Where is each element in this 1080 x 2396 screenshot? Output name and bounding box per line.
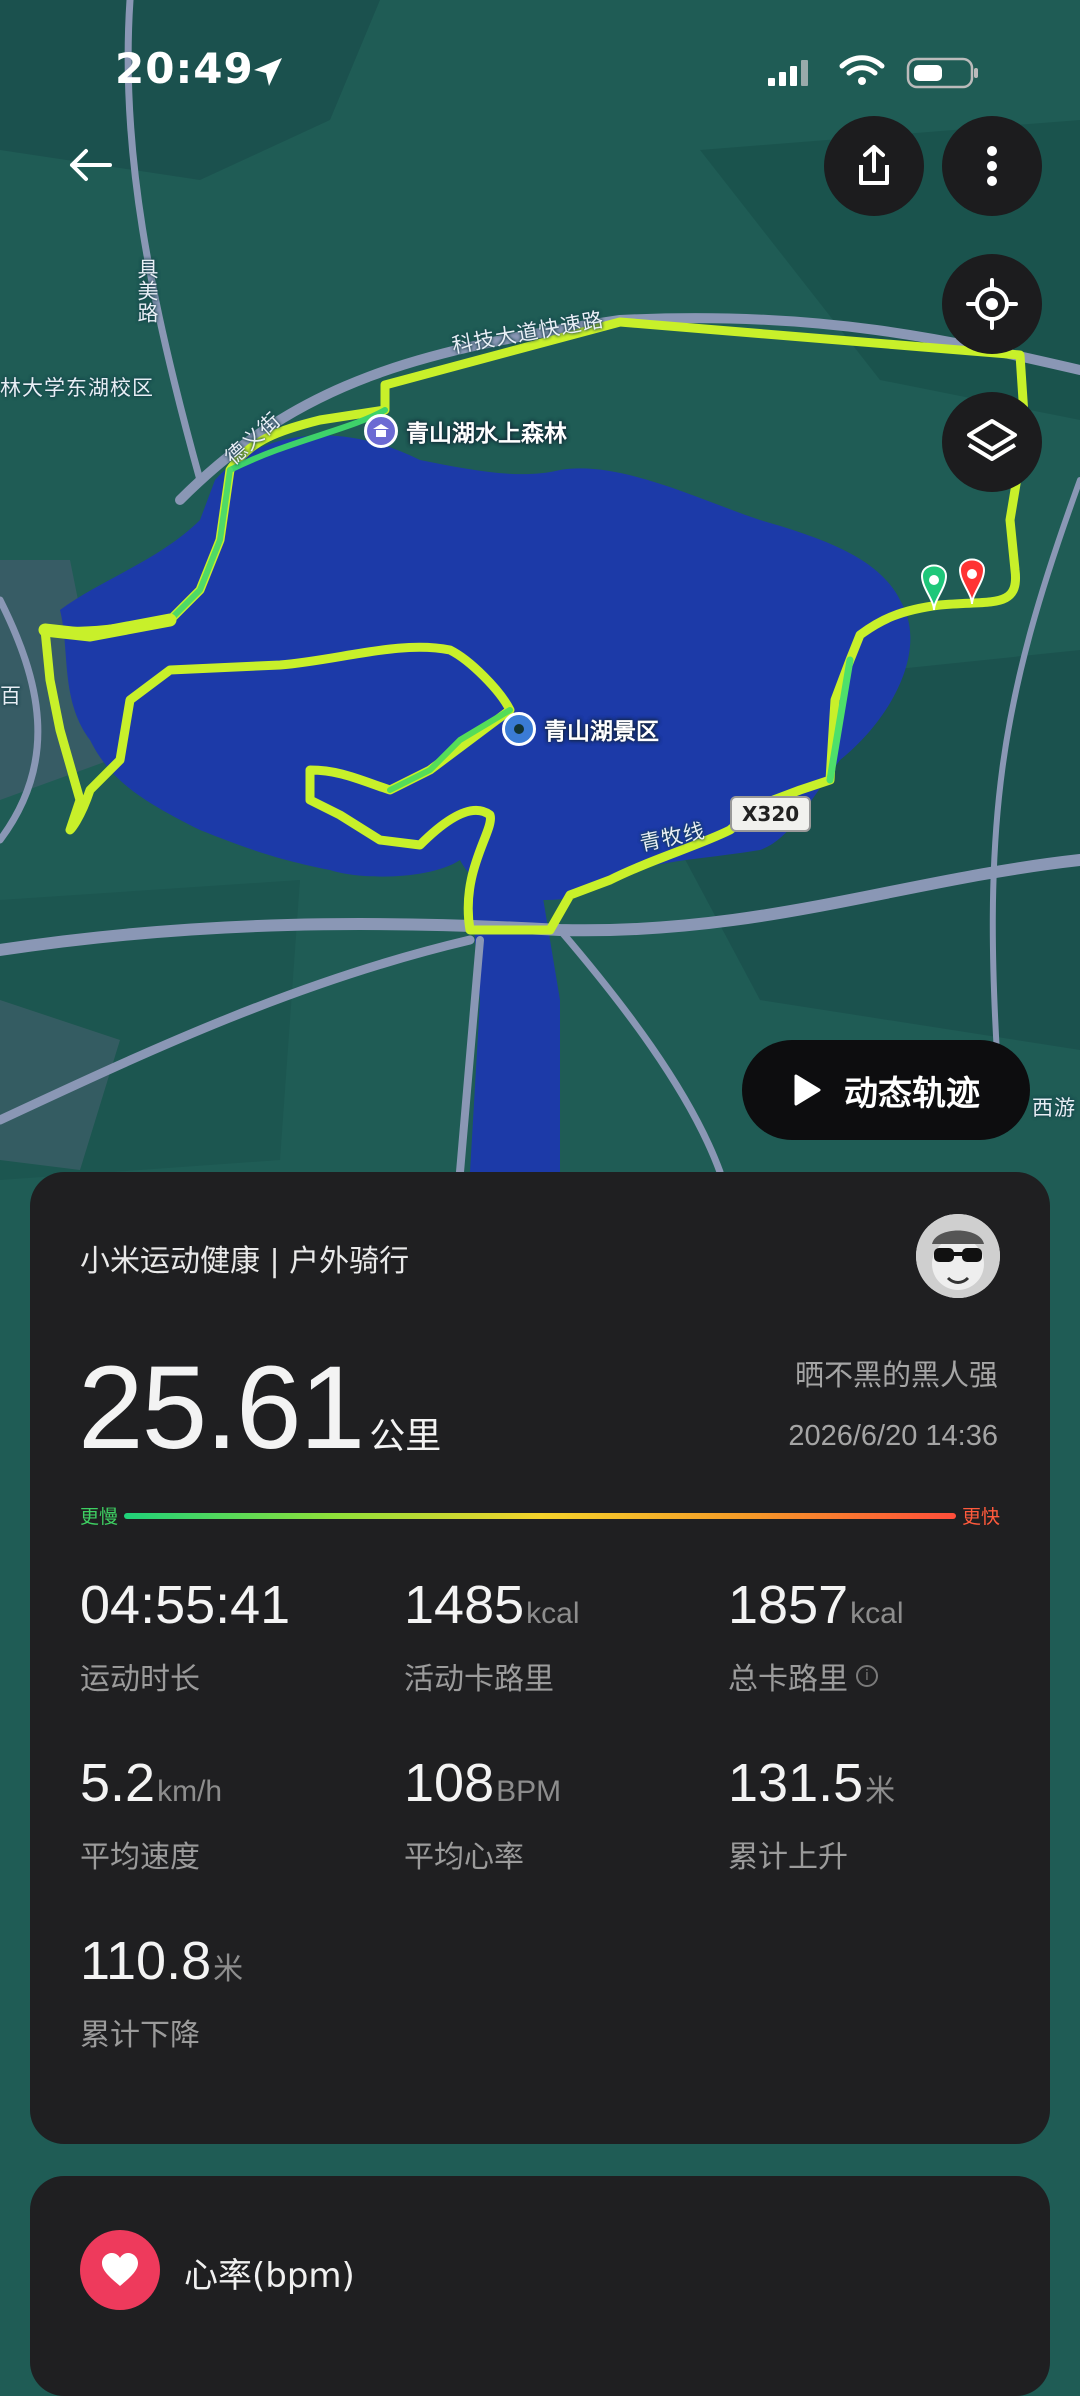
- stat-unit: 米: [865, 1775, 896, 1808]
- avatar[interactable]: [916, 1214, 1000, 1298]
- map-label-campus: 林大学东湖校区: [0, 376, 154, 400]
- map-label-bai: 百: [0, 684, 22, 708]
- user-name: 晒不黑的黑人强: [794, 1358, 998, 1392]
- pavilion-icon: [364, 414, 398, 448]
- play-icon: [794, 1074, 821, 1106]
- back-arrow-icon: [70, 149, 112, 181]
- user-avatar-icon: [916, 1214, 1000, 1298]
- stat-label: 累计上升: [728, 1840, 848, 1875]
- stat-avg-speed: 5.2 km/h 平均速度: [80, 1752, 222, 1876]
- battery-icon: [906, 57, 978, 89]
- share-icon: [859, 145, 889, 185]
- distance-display: 25.61 公里: [78, 1340, 441, 1476]
- stat-unit: 米: [213, 1953, 244, 1986]
- stat-avg-heart-rate: 108 BPM 平均心率: [404, 1752, 561, 1876]
- layers-button[interactable]: [942, 392, 1042, 492]
- heart-icon: [102, 2253, 138, 2286]
- stat-value: 5.2: [80, 1753, 156, 1813]
- workout-datetime: 2026/6/20 14:36: [788, 1420, 998, 1452]
- distance-unit: 公里: [369, 1416, 442, 1457]
- road-tag-x320: X320: [730, 796, 812, 832]
- status-bar: 20:49: [0, 44, 1080, 104]
- heart-badge: [80, 2230, 160, 2310]
- more-button[interactable]: [942, 116, 1042, 216]
- layers-icon: [967, 419, 1017, 461]
- stat-active-calories: 1485 kcal 活动卡路里: [404, 1574, 580, 1698]
- stat-duration: 04:55:41 运动时长: [80, 1574, 292, 1698]
- pace-gradient-bar: [124, 1513, 956, 1519]
- stat-value: 1857: [728, 1575, 849, 1635]
- info-icon[interactable]: i: [856, 1665, 878, 1687]
- stat-label: 累计下降: [80, 2018, 200, 2053]
- stat-label: 平均速度: [80, 1840, 200, 1875]
- stat-unit: kcal: [526, 1597, 580, 1630]
- scenic-dot-icon: [502, 712, 536, 746]
- pace-scale: 更慢 更快: [80, 1502, 1000, 1532]
- stat-unit: km/h: [157, 1775, 223, 1808]
- share-button[interactable]: [824, 116, 924, 216]
- stat-label: 平均心率: [404, 1840, 524, 1875]
- stat-value: 108: [404, 1753, 495, 1813]
- stat-unit: kcal: [850, 1597, 904, 1630]
- poi-forest-label: 青山湖水上森林: [406, 421, 567, 447]
- stat-total-calories: 1857 kcal 总卡路里 i: [728, 1574, 904, 1698]
- pace-slow-label: 更慢: [80, 1506, 119, 1528]
- heart-rate-card[interactable]: 心率(bpm): [30, 2176, 1050, 2396]
- crosshair-icon: [966, 278, 1018, 330]
- more-vertical-icon: [987, 146, 997, 186]
- dynamic-track-label: 动态轨迹: [844, 1073, 980, 1114]
- stat-label: 活动卡路里: [404, 1662, 554, 1697]
- map-label-xiyou: 西游: [1032, 1096, 1076, 1120]
- stat-value: 131.5: [728, 1753, 864, 1813]
- stat-elevation-loss: 110.8 米 累计下降: [80, 1930, 243, 2054]
- dynamic-track-button[interactable]: 动态轨迹: [742, 1040, 1030, 1140]
- status-time: 20:49: [115, 44, 254, 93]
- stat-value: 110.8: [80, 1931, 212, 1991]
- stat-unit: BPM: [496, 1775, 562, 1808]
- wifi-icon: [839, 55, 885, 85]
- locate-button[interactable]: [942, 254, 1042, 354]
- distance-value: 25.61: [78, 1342, 365, 1474]
- map-label-juye-road: 具美路: [135, 258, 159, 324]
- stat-label: 运动时长: [80, 1662, 200, 1697]
- poi-scenic[interactable]: 青山湖景区: [502, 712, 659, 746]
- cellular-signal-icon: [768, 60, 808, 86]
- back-button[interactable]: [60, 135, 120, 195]
- location-arrow-icon: [254, 58, 282, 86]
- workout-summary-card: 小米运动健康 | 户外骑行 25.61 公里 晒不黑的黑人强 2026/6/20…: [30, 1172, 1050, 2144]
- stat-value: 04:55:41: [80, 1575, 291, 1635]
- app-activity-title: 小米运动健康 | 户外骑行: [80, 1244, 410, 1279]
- poi-forest[interactable]: 青山湖水上森林: [364, 414, 567, 448]
- stat-value: 1485: [404, 1575, 525, 1635]
- poi-scenic-label: 青山湖景区: [544, 719, 659, 745]
- pace-fast-label: 更快: [961, 1506, 1000, 1528]
- heart-rate-title: 心率(bpm): [184, 2256, 355, 2296]
- stat-elevation-gain: 131.5 米 累计上升: [728, 1752, 895, 1876]
- stat-label-row: 总卡路里 i: [728, 1654, 904, 1698]
- stat-label: 总卡路里: [728, 1662, 848, 1697]
